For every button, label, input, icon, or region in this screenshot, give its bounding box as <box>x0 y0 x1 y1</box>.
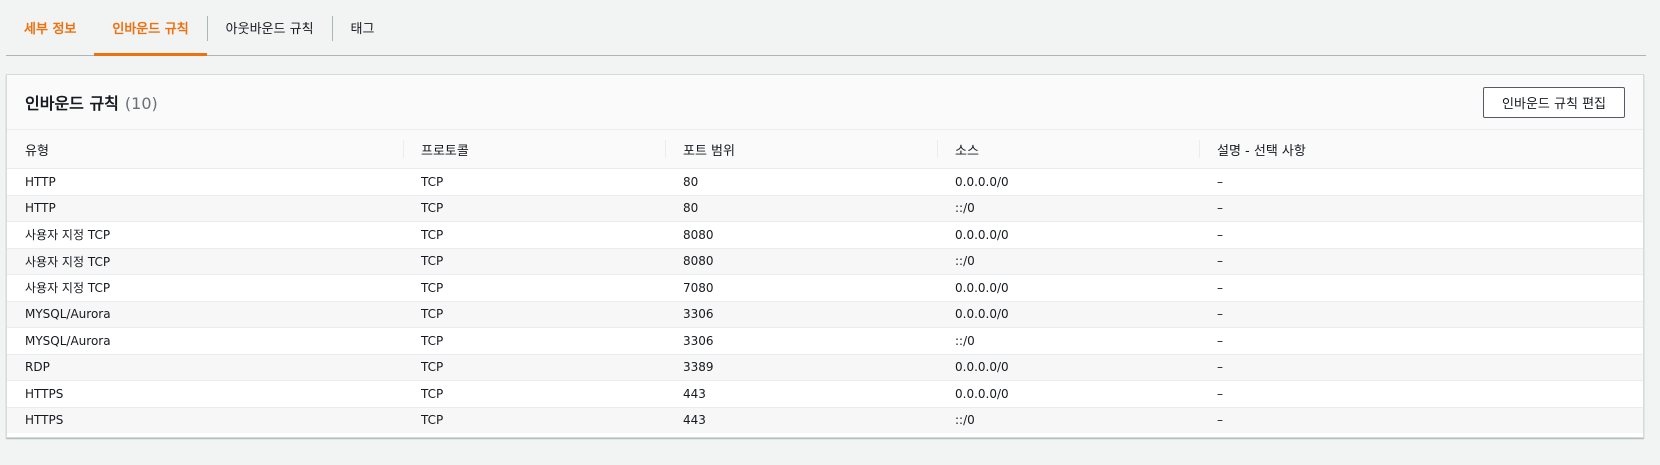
panel-title: 인바운드 규칙 <box>25 94 119 113</box>
cell-source: 0.0.0.0/0 <box>937 301 1199 328</box>
cell-source: ::/0 <box>937 195 1199 222</box>
cell-source: ::/0 <box>937 407 1199 433</box>
cell-protocol: TCP <box>403 354 665 381</box>
cell-type: HTTP <box>7 168 403 196</box>
cell-protocol: TCP <box>403 221 665 249</box>
column-divider[interactable] <box>665 140 666 158</box>
cell-description: – <box>1199 248 1643 275</box>
column-divider[interactable] <box>1199 140 1200 158</box>
cell-protocol: TCP <box>403 327 665 355</box>
cell-source: ::/0 <box>937 327 1199 355</box>
column-header-label: 포트 범위 <box>683 143 735 159</box>
column-header-type[interactable]: 유형 <box>7 130 403 169</box>
table-row: HTTP TCP 80 0.0.0.0/0 – <box>7 168 1643 196</box>
cell-type: HTTP <box>7 195 403 222</box>
cell-port-range: 443 <box>665 407 937 433</box>
cell-description: – <box>1199 274 1643 302</box>
panel-header: 인바운드 규칙 (10) 인바운드 규칙 편집 <box>7 75 1643 130</box>
cell-type: 사용자 지정 TCP <box>7 248 403 275</box>
table-row: MYSQL/Aurora TCP 3306 0.0.0.0/0 – <box>7 301 1643 328</box>
cell-type: HTTPS <box>7 407 403 433</box>
cell-port-range: 3306 <box>665 301 937 328</box>
cell-type: 사용자 지정 TCP <box>7 221 403 249</box>
table-row: RDP TCP 3389 0.0.0.0/0 – <box>7 354 1643 381</box>
table-row: MYSQL/Aurora TCP 3306 ::/0 – <box>7 327 1643 355</box>
cell-description: – <box>1199 168 1643 196</box>
table-row: 사용자 지정 TCP TCP 7080 0.0.0.0/0 – <box>7 274 1643 302</box>
cell-source: 0.0.0.0/0 <box>937 380 1199 408</box>
cell-port-range: 80 <box>665 195 937 222</box>
panel-heading: 인바운드 규칙 (10) <box>25 90 158 114</box>
cell-port-range: 3389 <box>665 354 937 381</box>
cell-port-range: 7080 <box>665 274 937 302</box>
cell-description: – <box>1199 221 1643 249</box>
cell-port-range: 443 <box>665 380 937 408</box>
cell-port-range: 80 <box>665 168 937 196</box>
table-row: HTTP TCP 80 ::/0 – <box>7 195 1643 222</box>
cell-type: 사용자 지정 TCP <box>7 274 403 302</box>
cell-source: 0.0.0.0/0 <box>937 221 1199 249</box>
cell-source: 0.0.0.0/0 <box>937 274 1199 302</box>
tab-details[interactable]: 세부 정보 <box>6 0 94 55</box>
cell-description: – <box>1199 407 1643 433</box>
column-header-description[interactable]: 설명 - 선택 사항 <box>1199 130 1643 169</box>
table-row: 사용자 지정 TCP TCP 8080 ::/0 – <box>7 248 1643 275</box>
column-header-port-range[interactable]: 포트 범위 <box>665 130 937 169</box>
cell-protocol: TCP <box>403 301 665 328</box>
cell-port-range: 8080 <box>665 221 937 249</box>
cell-description: – <box>1199 354 1643 381</box>
edit-inbound-rules-button[interactable]: 인바운드 규칙 편집 <box>1483 86 1625 118</box>
cell-source: 0.0.0.0/0 <box>937 168 1199 196</box>
inbound-rules-panel: 인바운드 규칙 (10) 인바운드 규칙 편집 유형 프로토콜 포트 범위 소스 … <box>6 74 1644 438</box>
table-row: HTTPS TCP 443 ::/0 – <box>7 407 1643 433</box>
cell-protocol: TCP <box>403 195 665 222</box>
column-divider[interactable] <box>937 140 938 158</box>
table-row: 사용자 지정 TCP TCP 8080 0.0.0.0/0 – <box>7 221 1643 249</box>
cell-port-range: 8080 <box>665 248 937 275</box>
tab-bar: 세부 정보 인바운드 규칙 아웃바운드 규칙 태그 <box>6 0 1646 56</box>
rule-count: (10) <box>124 94 158 113</box>
cell-type: RDP <box>7 354 403 381</box>
tab-outbound-rules[interactable]: 아웃바운드 규칙 <box>208 0 332 55</box>
cell-description: – <box>1199 195 1643 222</box>
column-header-protocol[interactable]: 프로토콜 <box>403 130 665 169</box>
table-row: HTTPS TCP 443 0.0.0.0/0 – <box>7 380 1643 408</box>
cell-description: – <box>1199 327 1643 355</box>
tab-inbound-rules[interactable]: 인바운드 규칙 <box>94 0 207 56</box>
table-header-row: 유형 프로토콜 포트 범위 소스 설명 - 선택 사항 <box>7 130 1643 169</box>
cell-source: 0.0.0.0/0 <box>937 354 1199 381</box>
cell-type: MYSQL/Aurora <box>7 327 403 355</box>
column-header-label: 유형 <box>25 143 49 159</box>
cell-description: – <box>1199 301 1643 328</box>
cell-protocol: TCP <box>403 168 665 196</box>
cell-protocol: TCP <box>403 407 665 433</box>
column-header-label: 소스 <box>955 143 979 159</box>
cell-type: MYSQL/Aurora <box>7 301 403 328</box>
cell-protocol: TCP <box>403 274 665 302</box>
column-header-source[interactable]: 소스 <box>937 130 1199 169</box>
cell-type: HTTPS <box>7 380 403 408</box>
cell-description: – <box>1199 380 1643 408</box>
cell-protocol: TCP <box>403 248 665 275</box>
cell-protocol: TCP <box>403 380 665 408</box>
inbound-rules-table: 유형 프로토콜 포트 범위 소스 설명 - 선택 사항 HTTP TCP 80 … <box>7 130 1643 433</box>
column-header-label: 프로토콜 <box>421 143 469 159</box>
cell-port-range: 3306 <box>665 327 937 355</box>
column-header-label: 설명 - 선택 사항 <box>1217 143 1306 159</box>
column-divider[interactable] <box>403 140 404 158</box>
cell-source: ::/0 <box>937 248 1199 275</box>
tab-tags[interactable]: 태그 <box>333 0 393 55</box>
